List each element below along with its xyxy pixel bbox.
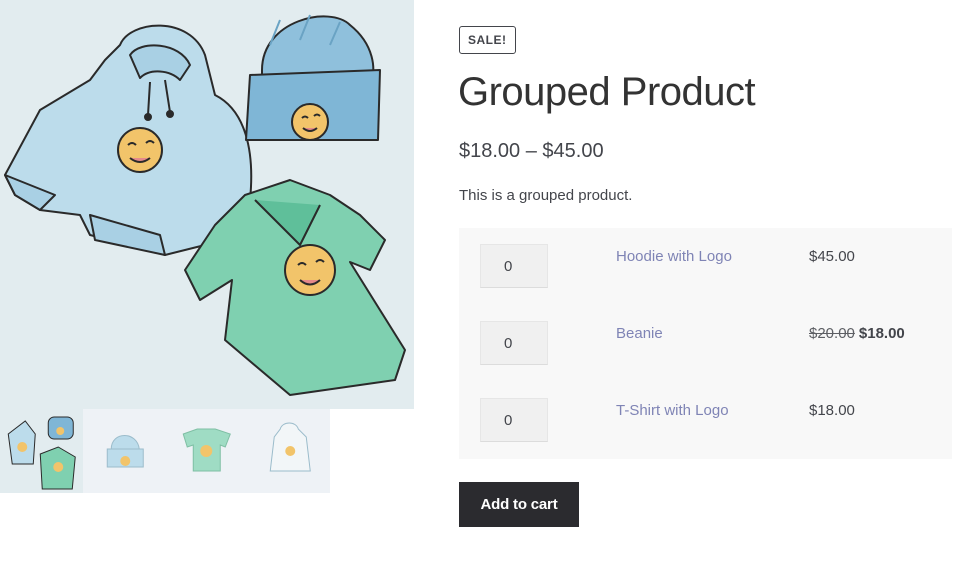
grouped-row-tshirt: T-Shirt with Logo $18.00 [459,382,952,459]
thumbnail-hoodie[interactable] [247,409,330,493]
product-price-hoodie: $45.00 [809,248,855,265]
product-short-description: This is a grouped product. [459,187,633,204]
product-price-beanie: $20.00 $18.00 [809,325,905,342]
product-link-tshirt[interactable]: T-Shirt with Logo [616,402,729,419]
thumbnail-grouped[interactable] [0,409,83,493]
add-to-cart-button[interactable]: Add to cart [459,482,579,527]
product-price-tshirt: $18.00 [809,402,855,419]
product-main-image[interactable] [0,0,414,409]
product-price-range: $18.00 – $45.00 [459,140,604,162]
grouped-product-table: Hoodie with Logo $45.00 Beanie $20.00$18… [459,228,952,459]
product-link-hoodie[interactable]: Hoodie with Logo [616,248,732,265]
thumbnail-strip [0,409,330,493]
hoodie-beanie-tshirt-illustration [4,14,406,396]
thumbnail-beanie[interactable] [82,409,165,493]
grouped-row-hoodie: Hoodie with Logo $45.00 [459,228,952,305]
sale-price: $18.00 [858,325,905,342]
product-title: Grouped Product [458,70,756,114]
quantity-input-tshirt[interactable] [480,398,548,442]
sale-badge: SALE! [459,26,516,54]
original-price: $20.00 [809,325,855,342]
quantity-input-hoodie[interactable] [480,244,548,288]
thumbnail-tshirt[interactable] [165,409,248,493]
grouped-row-beanie: Beanie $20.00$18.00 [459,305,952,382]
product-link-beanie[interactable]: Beanie [616,325,663,342]
quantity-input-beanie[interactable] [480,321,548,365]
